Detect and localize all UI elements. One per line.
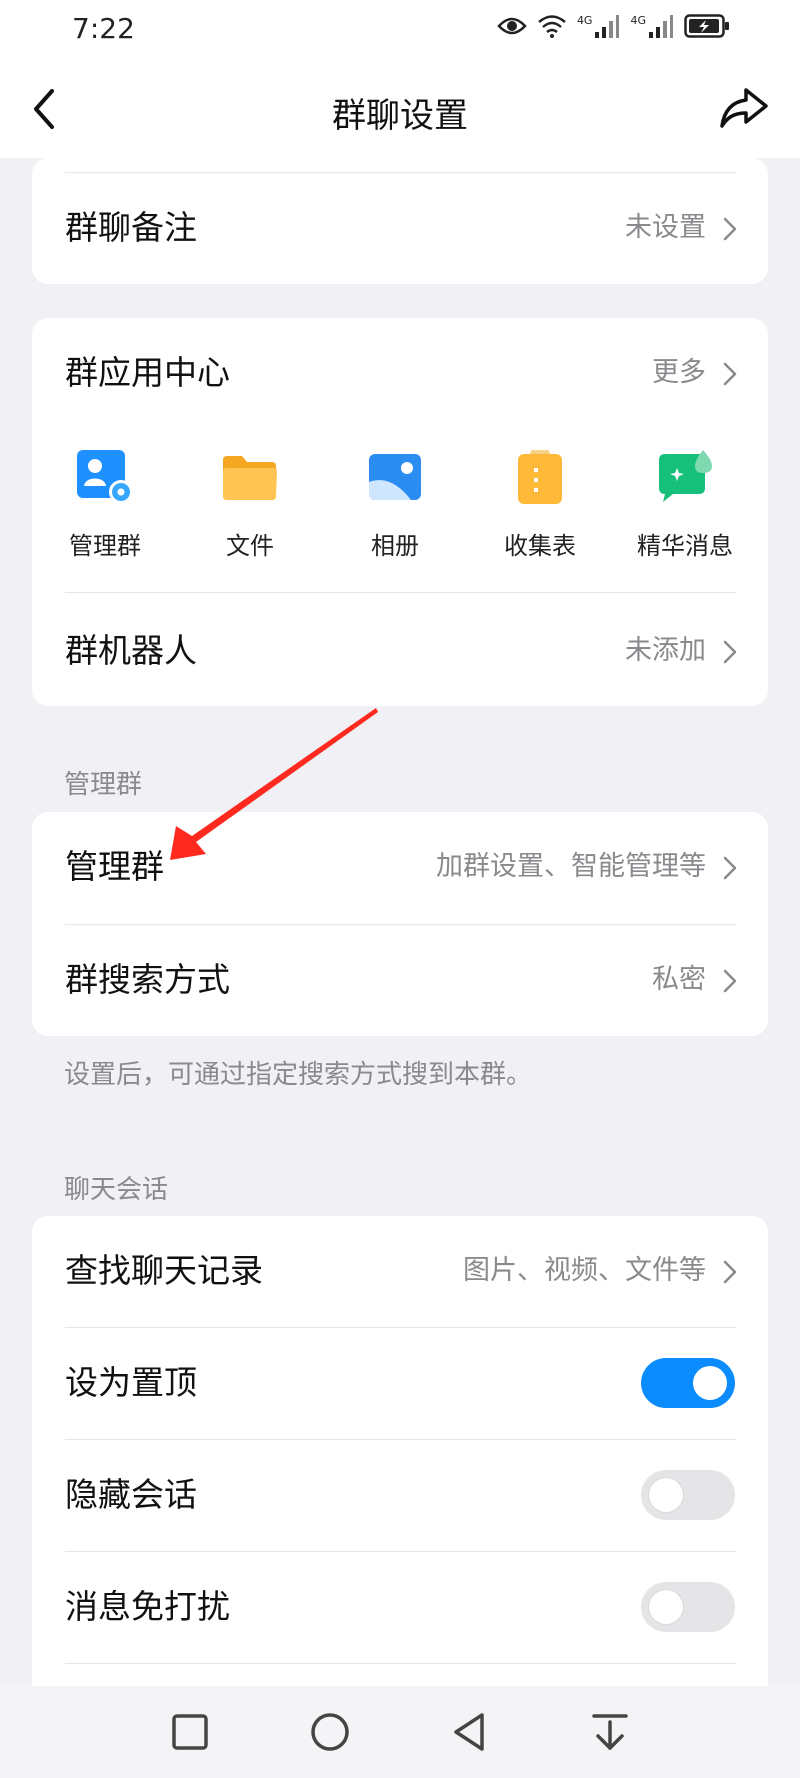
status-icons: 4G 4G [497, 14, 730, 38]
admin-group-icon [77, 450, 133, 504]
hide-chat-toggle[interactable] [641, 1470, 735, 1520]
group-remark-label: 群聊备注 [65, 208, 197, 247]
chevron-right-icon [723, 640, 737, 664]
toggle-knob [649, 1478, 683, 1512]
share-icon[interactable] [718, 82, 770, 134]
signal-icon-1: 4G [577, 14, 621, 38]
pin-chat-row: 设为置顶 [32, 1328, 768, 1438]
app-center-title: 群应用中心 [65, 353, 230, 392]
section-header-chat: 聊天会话 [64, 1175, 169, 1205]
toggle-knob [693, 1366, 727, 1400]
clipboard-icon [518, 450, 562, 504]
app-center-header-row[interactable]: 群应用中心 更多 [32, 318, 768, 428]
app-label: 相册 [371, 532, 419, 560]
search-mode-hint: 设置后，可通过指定搜索方式搜到本群。 [64, 1060, 533, 1090]
home-icon[interactable] [306, 1708, 354, 1756]
chevron-right-icon [723, 1260, 737, 1284]
app-collection-form[interactable]: 收集表 [475, 448, 605, 561]
folder-icon [223, 456, 277, 500]
app-highlight-messages[interactable]: 精华消息 [620, 448, 750, 561]
group-search-mode-label: 群搜索方式 [65, 960, 230, 999]
group-remark-row[interactable]: 群聊备注 未设置 [32, 173, 768, 283]
hide-chat-label: 隐藏会话 [65, 1475, 197, 1514]
group-bot-value: 未添加 [625, 635, 706, 666]
recent-apps-icon[interactable] [166, 1708, 214, 1756]
status-time: 7:22 [72, 12, 135, 45]
app-admin-group[interactable]: 管理群 [40, 448, 170, 561]
search-chat-history-value: 图片、视频、文件等 [463, 1255, 706, 1286]
manage-group-label: 管理群 [65, 847, 164, 886]
network-type-label: 4G [576, 14, 593, 27]
toggle-knob [649, 1590, 683, 1624]
app-album[interactable]: 相册 [330, 448, 460, 561]
photo-album-icon [369, 454, 421, 500]
wifi-icon [538, 15, 566, 38]
group-remark-card: 群聊备注 未设置 [32, 158, 768, 284]
network-type-label: 4G [630, 14, 646, 27]
pin-chat-label: 设为置顶 [65, 1363, 197, 1402]
manage-card: 管理群 加群设置、智能管理等 群搜索方式 私密 [32, 812, 768, 1036]
group-bot-row[interactable]: 群机器人 未添加 [32, 596, 768, 706]
divider [65, 1663, 736, 1664]
chevron-right-icon [723, 856, 737, 880]
highlight-message-icon [659, 450, 712, 502]
chat-card: 查找聊天记录 图片、视频、文件等 设为置顶 隐藏会话 消息免打扰 [32, 1216, 768, 1686]
manage-group-value: 加群设置、智能管理等 [436, 851, 706, 882]
group-bot-label: 群机器人 [65, 631, 197, 670]
search-chat-history-row[interactable]: 查找聊天记录 图片、视频、文件等 [32, 1216, 768, 1326]
chevron-right-icon [723, 362, 737, 386]
app-label: 精华消息 [637, 532, 733, 560]
divider [65, 592, 736, 593]
pin-chat-toggle[interactable] [641, 1358, 735, 1408]
signal-icon-2: 4G [630, 14, 674, 38]
do-not-disturb-toggle[interactable] [641, 1582, 735, 1632]
system-nav-bar [0, 1686, 800, 1778]
group-search-mode-row[interactable]: 群搜索方式 私密 [32, 925, 768, 1035]
eye-icon [497, 17, 527, 35]
back-icon[interactable] [446, 1708, 494, 1756]
status-bar: 7:22 4G 4G [0, 0, 800, 60]
app-label: 收集表 [504, 532, 576, 560]
app-center-card: 群应用中心 更多 管理群 文件 相册 收集表 精华消息 群机器人 未添加 [32, 318, 768, 706]
battery-charging-icon [684, 14, 729, 38]
search-chat-history-label: 查找聊天记录 [65, 1251, 263, 1290]
app-center-more: 更多 [652, 357, 706, 388]
group-search-mode-value: 私密 [652, 964, 706, 995]
do-not-disturb-label: 消息免打扰 [65, 1587, 230, 1626]
chevron-right-icon [723, 217, 737, 241]
app-label: 文件 [226, 532, 274, 560]
chevron-right-icon [723, 969, 737, 993]
nav-bar: 群聊设置 [0, 60, 800, 158]
section-header-manage: 管理群 [64, 770, 143, 800]
page-title: 群聊设置 [332, 96, 468, 136]
do-not-disturb-row: 消息免打扰 [32, 1552, 768, 1662]
app-files[interactable]: 文件 [185, 448, 315, 561]
hide-chat-row: 隐藏会话 [32, 1440, 768, 1550]
app-label: 管理群 [69, 532, 141, 560]
manage-group-row[interactable]: 管理群 加群设置、智能管理等 [32, 812, 768, 922]
group-remark-value: 未设置 [625, 212, 706, 243]
notification-pull-down-icon[interactable] [586, 1708, 634, 1756]
